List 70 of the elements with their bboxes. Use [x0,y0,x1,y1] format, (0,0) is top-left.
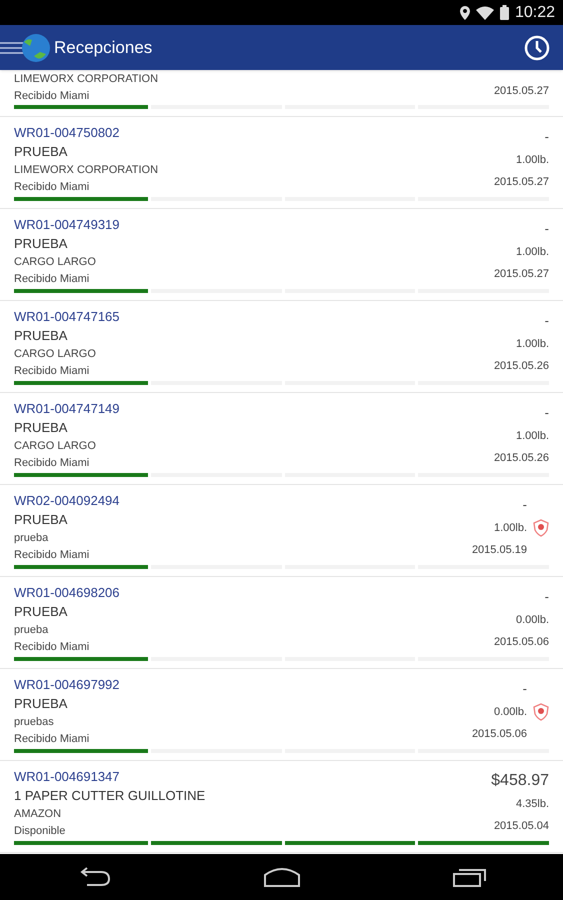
amount-text: - [544,220,549,238]
receipt-number[interactable]: WR01-004750802 [14,123,158,142]
date-text: 2015.05.06 [494,635,549,650]
company-name: prueba [14,623,50,638]
status-text: Recibido Miami [14,272,90,287]
weight-text: 4.35lb. [516,797,549,812]
company-name: pruebas [14,715,55,730]
amount-text: - [522,496,527,514]
item-description: PRUEBA [14,511,68,529]
battery-icon [500,5,509,20]
status-text: Disponible [14,824,66,839]
weight-text: 1.00lb. [494,521,527,536]
wifi-icon [476,6,494,20]
date-text: 2015.05.19 [472,543,527,558]
weight-text: 1.00lb. [516,429,549,444]
receipt-number[interactable]: WR01-004698206 [14,583,120,602]
weight-text: 0.00lb. [516,613,549,628]
item-description: PRUEBA [14,327,68,345]
status-text: Recibido Miami [14,180,90,195]
location-icon [460,6,470,20]
shield-icon [533,703,549,721]
home-icon[interactable] [264,867,300,887]
company-name: AMAZON [14,807,62,822]
item-description: PRUEBA [14,419,68,437]
amount-text: $458.97 [491,771,549,791]
globe-menu-icon[interactable] [0,32,52,64]
item-description: PRUEBA [14,603,68,621]
date-text: 2015.05.26 [494,451,549,466]
date-text: 2015.05.04 [494,819,549,834]
item-description: PRUEBA [14,235,68,253]
app-title: Recepciones [54,36,152,59]
receipt-number[interactable]: WR01-004691347 [14,767,206,786]
item-description: PRUEBA [14,695,68,713]
date-text: 2015.05.27 [494,267,549,282]
amount-text: - [522,680,527,698]
amount-text: - [544,128,549,146]
status-text: Recibido Miami [14,364,90,379]
date-text: 2015.05.06 [472,727,527,742]
amount-text: - [544,588,549,606]
company-name: prueba [14,531,50,546]
clock-icon[interactable] [524,34,550,60]
clock-time: 10:22 [514,2,555,22]
amount-text: - [544,404,549,422]
item-description: PRUEBA [14,143,68,161]
weight-text: 1.00lb. [516,153,549,168]
status-text: Recibido Miami [14,548,90,563]
weight-text: 1.00lb. [516,337,549,352]
receipt-number[interactable]: WR02-004092494 [14,491,120,510]
receipt-number[interactable]: WR01-004749319 [14,215,120,234]
item-description: 1 PAPER CUTTER GUILLOTINE [14,787,206,805]
date-text: 2015.05.26 [494,359,549,374]
receipt-number[interactable]: WR01-004747149 [14,399,120,418]
status-text: Recibido Miami [14,89,90,104]
recent-apps-icon[interactable] [452,867,486,887]
status-text: Recibido Miami [14,640,90,655]
receipt-number[interactable]: WR01-004697992 [14,675,120,694]
date-text: 2015.05.27 [494,84,549,99]
company-name: LIMEWORX CORPORATION [14,72,158,87]
status-text: Recibido Miami [14,732,90,747]
weight-text: 1.00lb. [516,245,549,260]
amount-text: - [544,312,549,330]
shield-icon [533,519,549,537]
company-name: CARGO LARGO [14,439,97,454]
company-name: CARGO LARGO [14,347,97,362]
company-name: LIMEWORX CORPORATION [14,163,158,178]
company-name: CARGO LARGO [14,255,97,270]
status-text: Recibido Miami [14,456,90,471]
weight-text: 0.00lb. [494,705,527,720]
receipt-number[interactable]: WR01-004747165 [14,307,120,326]
date-text: 2015.05.27 [494,175,549,190]
